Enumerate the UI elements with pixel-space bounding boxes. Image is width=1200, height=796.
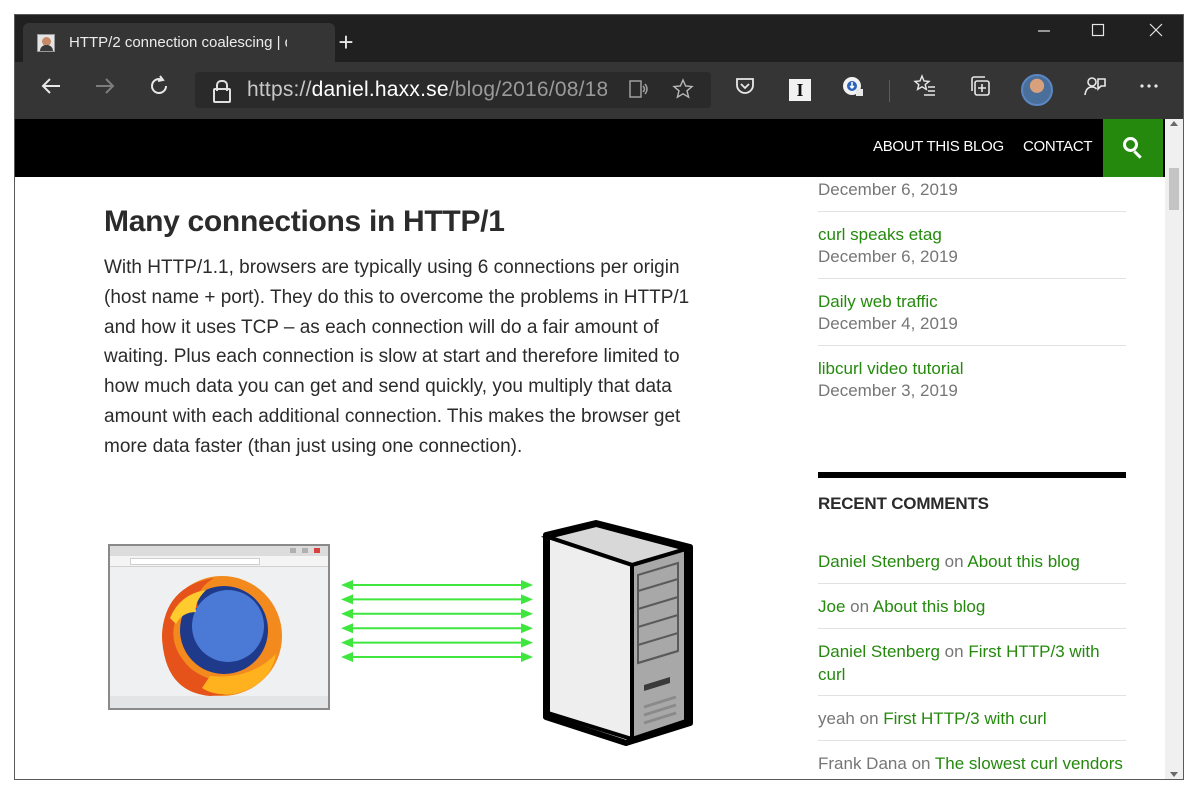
instapaper-icon[interactable]: I xyxy=(789,79,811,101)
back-button[interactable] xyxy=(35,74,67,106)
favorites-button[interactable] xyxy=(909,74,941,106)
comment-post-link[interactable]: About this blog xyxy=(967,552,1079,571)
pocket-icon xyxy=(736,78,754,94)
scroll-down-icon[interactable] xyxy=(1170,772,1178,777)
read-aloud-icon[interactable] xyxy=(627,78,651,102)
back-icon xyxy=(41,78,60,94)
maximize-icon xyxy=(1091,23,1105,37)
recent-comments-heading: RECENT COMMENTS xyxy=(818,494,989,513)
close-icon xyxy=(1149,23,1163,37)
refresh-button[interactable] xyxy=(143,74,175,106)
active-tab[interactable]: HTTP/2 connection coalescing | d xyxy=(23,23,335,62)
scroll-thumb[interactable] xyxy=(1169,168,1179,210)
feedback-button[interactable] xyxy=(1079,74,1111,106)
favorites-list-icon xyxy=(913,74,935,96)
site-favicon-icon xyxy=(37,33,55,52)
extension-button[interactable] xyxy=(837,74,869,106)
connection-arrow xyxy=(341,594,533,605)
collections-button[interactable] xyxy=(965,74,997,106)
recent-post-link[interactable]: Daily web traffic xyxy=(818,292,1126,312)
minimize-button[interactable] xyxy=(1021,21,1067,47)
comment-author-link[interactable]: Daniel Stenberg xyxy=(818,642,940,661)
connection-arrow xyxy=(341,623,533,634)
comment-item: Joe on About this blog xyxy=(818,597,986,616)
address-bar[interactable]: https://daniel.haxx.se/blog/2016/08/18..… xyxy=(195,72,711,108)
article-paragraph: With HTTP/1.1, browsers are typically us… xyxy=(104,257,690,457)
divider xyxy=(818,211,1126,212)
section-rule xyxy=(818,472,1126,478)
nav-contact-link[interactable]: CONTACT xyxy=(1023,138,1093,155)
more-icon xyxy=(1140,84,1158,88)
toolbar-divider xyxy=(889,80,890,102)
comment-item: Frank Dana on The slowest curl vendors xyxy=(818,754,1123,773)
connection-arrow xyxy=(341,580,533,590)
feedback-icon xyxy=(1084,77,1106,96)
comment-author: Frank Dana xyxy=(818,754,907,773)
web-page: ABOUT THIS BLOG CONTACT Many connections… xyxy=(15,119,1165,779)
browser-window: HTTP/2 connection coalescing | d + https… xyxy=(14,14,1184,780)
page-scrollbar[interactable] xyxy=(1165,119,1183,779)
close-window-button[interactable] xyxy=(1133,21,1179,47)
recent-post-link[interactable]: curl speaks etag xyxy=(818,225,1126,245)
comment-item: yeah on First HTTP/3 with curl xyxy=(818,709,1047,728)
divider xyxy=(818,345,1126,346)
scroll-up-icon[interactable] xyxy=(1170,121,1178,126)
firefox-logo-icon xyxy=(162,576,282,696)
recent-post-date: December 6, 2019 xyxy=(818,180,958,199)
comment-post-link[interactable]: The slowest curl vendors xyxy=(935,754,1123,773)
site-header: ABOUT THIS BLOG CONTACT xyxy=(15,119,1165,177)
divider xyxy=(818,695,1126,696)
title-bar: HTTP/2 connection coalescing | d + xyxy=(15,15,1183,62)
address-toolbar: https://daniel.haxx.se/blog/2016/08/18..… xyxy=(15,62,1183,119)
recent-post-date: December 6, 2019 xyxy=(818,247,958,266)
connection-arrows xyxy=(341,580,533,662)
site-search-button[interactable] xyxy=(1103,119,1163,177)
lock-icon[interactable] xyxy=(213,80,231,103)
forward-icon xyxy=(96,78,115,94)
profile-avatar[interactable] xyxy=(1021,74,1053,106)
collections-icon xyxy=(971,76,990,96)
divider xyxy=(818,740,1126,741)
recent-post-link[interactable]: libcurl video tutorial xyxy=(818,359,1126,379)
more-button[interactable] xyxy=(1133,74,1165,106)
forward-button[interactable] xyxy=(89,74,121,106)
refresh-icon xyxy=(151,75,167,94)
favorite-star-icon[interactable] xyxy=(671,78,695,102)
firefox-browser-illustration xyxy=(108,544,330,710)
maximize-button[interactable] xyxy=(1075,21,1121,47)
new-tab-button[interactable]: + xyxy=(331,27,361,58)
connection-arrow xyxy=(341,637,533,648)
comment-item: Daniel Stenberg on About this blog xyxy=(818,552,1080,571)
connection-arrow xyxy=(341,608,533,619)
comment-item: Daniel Stenberg on First HTTP/3 with cur… xyxy=(818,642,1100,684)
nav-about-link[interactable]: ABOUT THIS BLOG xyxy=(873,138,1004,155)
server-tower-icon xyxy=(540,520,694,746)
connection-arrow xyxy=(341,652,533,662)
extension-icon xyxy=(843,77,863,96)
comment-author-link[interactable]: Daniel Stenberg xyxy=(818,552,940,571)
divider xyxy=(818,278,1126,279)
recent-post-date: December 4, 2019 xyxy=(818,314,958,333)
comment-author-link[interactable]: Joe xyxy=(818,597,845,616)
divider xyxy=(818,583,1126,584)
divider xyxy=(818,628,1126,629)
minimize-icon xyxy=(1038,30,1050,32)
comment-post-link[interactable]: First HTTP/3 with curl xyxy=(883,709,1046,728)
url-text[interactable]: https://daniel.haxx.se/blog/2016/08/18..… xyxy=(247,78,607,102)
article-heading: Many connections in HTTP/1 xyxy=(104,205,505,238)
tab-title: HTTP/2 connection coalescing | d xyxy=(69,34,287,51)
pocket-button[interactable] xyxy=(729,74,761,106)
comment-post-link[interactable]: About this blog xyxy=(873,597,985,616)
comment-author: yeah xyxy=(818,709,855,728)
recent-post-date: December 3, 2019 xyxy=(818,381,958,400)
